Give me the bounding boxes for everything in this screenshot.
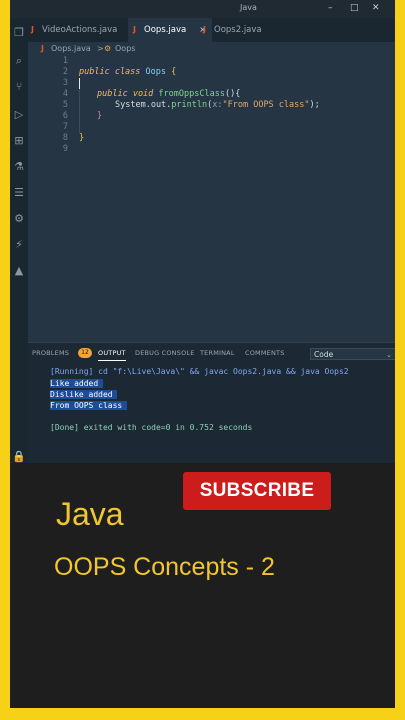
tab-terminal[interactable]: TERMINAL xyxy=(200,349,235,357)
code-line-5: System.out.println(x:"From OOPS class"); xyxy=(115,100,320,110)
source-control-icon[interactable]: ⑂ xyxy=(12,80,26,94)
line-number: 5 xyxy=(62,100,68,110)
string-literal: "From OOPS class" xyxy=(222,100,310,110)
keyword: public class xyxy=(79,67,141,77)
class-name: Oops xyxy=(140,67,172,77)
files-icon[interactable]: ❐ xyxy=(12,26,26,40)
video-subtitle: OOPS Concepts - 2 xyxy=(54,553,275,581)
maximize-button[interactable]: □ xyxy=(350,3,359,13)
line-number: 1 xyxy=(62,56,68,66)
chevron-down-icon: ⌄ xyxy=(386,351,392,359)
tab-oops2[interactable]: J Oops2.java xyxy=(200,18,304,42)
editor-tabs: J VideoActions.java J Oops.java × J Oops… xyxy=(28,18,395,42)
breadcrumb-separator: > xyxy=(97,44,104,53)
tab-label: Oops2.java xyxy=(214,25,262,35)
subscribe-button[interactable]: SUBSCRIBE xyxy=(183,472,331,510)
minimize-button[interactable]: – xyxy=(328,3,333,13)
line-number: 8 xyxy=(62,133,68,143)
bottom-panel: PROBLEMS 12 OUTPUT DEBUG CONSOLE TERMINA… xyxy=(28,342,395,464)
tab-comments[interactable]: COMMENTS xyxy=(245,349,285,357)
tab-problems[interactable]: PROBLEMS xyxy=(32,349,69,357)
code-editor[interactable]: 1 2 3 4 5 6 7 8 9 public class Oops { pu… xyxy=(28,56,395,342)
object-ref: System.out. xyxy=(115,100,172,110)
keyword: public void xyxy=(97,89,154,99)
run-debug-icon[interactable]: ▷ xyxy=(12,108,26,122)
tab-debug-console[interactable]: DEBUG CONSOLE xyxy=(135,349,195,357)
search-icon[interactable]: ⌕ xyxy=(12,54,26,68)
lock-icon[interactable]: 🔒 xyxy=(12,450,26,464)
activity-bar: ❐ ⌕ ⑂ ▷ ⊞ ⚗ ☰ ⚙ ⚡ ▲ 🔒 xyxy=(10,18,28,463)
output-line: From OOPS class xyxy=(50,401,128,410)
breadcrumb-file[interactable]: Oops.java xyxy=(51,42,91,56)
tab-videoactions[interactable]: J VideoActions.java xyxy=(28,18,142,42)
line-number: 6 xyxy=(62,111,68,121)
output-text: Dislike added xyxy=(50,390,118,399)
line-number: 4 xyxy=(62,89,68,99)
tab-output[interactable]: OUTPUT xyxy=(98,349,126,361)
parameter-hint: x: xyxy=(212,100,223,110)
panel-tabs: PROBLEMS 12 OUTPUT DEBUG CONSOLE TERMINA… xyxy=(28,343,395,363)
window-title: Java xyxy=(240,3,257,12)
class-symbol-icon: ⚙ xyxy=(104,44,112,53)
code-line-8: } xyxy=(79,133,85,143)
output-channel-value: Code xyxy=(314,350,334,359)
testing-icon[interactable]: ⚗ xyxy=(12,160,26,174)
output-line: Dislike added xyxy=(50,390,118,399)
java-file-icon: J xyxy=(41,44,44,53)
punctuation: ); xyxy=(309,100,320,110)
brace: { xyxy=(171,67,177,77)
line-number: 7 xyxy=(62,122,68,132)
java-file-icon: J xyxy=(31,25,34,34)
java-file-icon: J xyxy=(203,25,206,34)
settings-icon[interactable]: ▲ xyxy=(12,264,26,278)
account-icon[interactable]: ⚡ xyxy=(12,238,26,252)
output-text: Like added xyxy=(50,379,103,388)
video-title: Java xyxy=(56,496,124,532)
breadcrumb: J Oops.java > ⚙ Oops xyxy=(28,42,395,56)
output-text: From OOPS class xyxy=(50,401,128,410)
output-line: Like added xyxy=(50,379,103,388)
output-done-line: [Done] exited with code=0 in 0.752 secon… xyxy=(50,423,253,432)
tab-label: Oops.java xyxy=(144,25,187,35)
output-running-line: [Running] cd "f:\Live\Java\" && javac Oo… xyxy=(50,367,349,376)
line-number: 2 xyxy=(62,67,68,77)
tab-label: VideoActions.java xyxy=(42,25,118,35)
extensions-icon[interactable]: ⊞ xyxy=(12,134,26,148)
code-line-4: public void fromOppsClass(){ xyxy=(97,89,240,99)
breadcrumb-symbol[interactable]: Oops xyxy=(115,42,135,56)
code-line-6: } xyxy=(97,111,103,121)
line-number: 9 xyxy=(62,144,68,154)
problems-count-badge: 12 xyxy=(78,348,92,358)
remote-icon[interactable]: ⚙ xyxy=(12,212,26,226)
punctuation: (){ xyxy=(224,89,241,99)
method-name: fromOppsClass xyxy=(153,89,225,99)
close-window-button[interactable]: ✕ xyxy=(372,3,380,13)
code-line-2: public class Oops { xyxy=(79,67,176,77)
output-channel-select[interactable]: Code ⌄ xyxy=(310,348,395,360)
method-call: println xyxy=(171,100,208,110)
java-projects-icon[interactable]: ☰ xyxy=(12,186,26,200)
line-number: 3 xyxy=(62,78,68,88)
java-file-icon: J xyxy=(133,25,136,34)
text-cursor xyxy=(79,78,80,89)
title-bar: Java – □ ✕ xyxy=(10,0,395,18)
